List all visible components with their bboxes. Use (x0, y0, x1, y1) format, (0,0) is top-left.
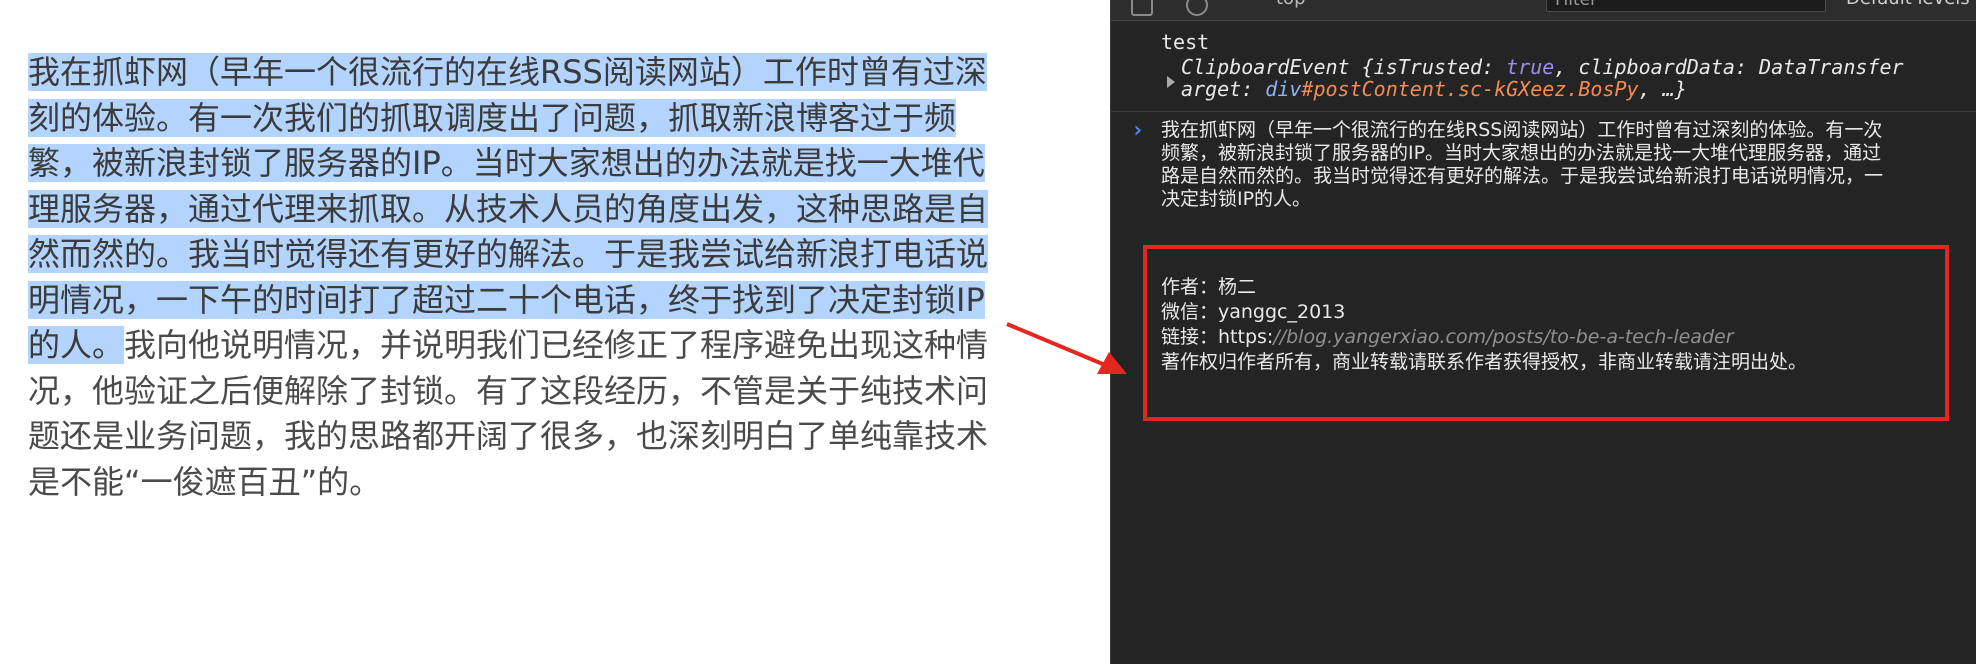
output-line-2: 频繁，被新浪封锁了服务器的IP。当时大家想出的办法就是找一大堆代理服务器，通过 (1161, 142, 1882, 164)
arrow-icon (1006, 322, 1127, 374)
output-line-3: 路是自然而然的。我当时觉得还有更好的解法。于是我尝试给新浪打电话说明情况，一 (1161, 165, 1884, 187)
log-separator (1111, 111, 1976, 112)
log-levels-dropdown[interactable]: Default levels (1846, 0, 1970, 9)
console-toolbar: top Filter Default levels (1111, 0, 1976, 21)
article-pane: 我在抓虾网（早年一个很流行的在线RSS阅读网站）工作时曾有过深刻的体验。有一次我… (0, 0, 1110, 664)
clear-console-icon[interactable] (1186, 0, 1208, 16)
sidebar-toggle-icon[interactable] (1131, 0, 1153, 16)
context-select[interactable]: top (1276, 0, 1366, 12)
article-paragraph[interactable]: 我在抓虾网（早年一个很流行的在线RSS阅读网站）工作时曾有过深刻的体验。有一次我… (28, 50, 1008, 505)
selected-text[interactable]: 我在抓虾网（早年一个很流行的在线RSS阅读网站）工作时曾有过深刻的体验。有一次我… (28, 53, 989, 364)
unselected-text[interactable]: 我向他说明情况，并说明我们已经修正了程序避免出现这种情况，他验证之后便解除了封锁… (28, 326, 988, 501)
output-line-1: 我在抓虾网（早年一个很流行的在线RSS阅读网站）工作时曾有过深刻的体验。有一次 (1161, 119, 1883, 141)
output-line-4: 决定封锁IP的人。 (1161, 188, 1312, 210)
log-test: test (1161, 30, 1210, 54)
filter-input[interactable]: Filter (1546, 0, 1826, 12)
clipboard-event-line2[interactable]: arget: div#postContent.sc-kGXeez.BosPy, … (1181, 77, 1687, 102)
expand-triangle-icon[interactable] (1167, 76, 1175, 88)
chevron-right-icon: › (1131, 118, 1145, 143)
highlight-box (1143, 245, 1949, 421)
